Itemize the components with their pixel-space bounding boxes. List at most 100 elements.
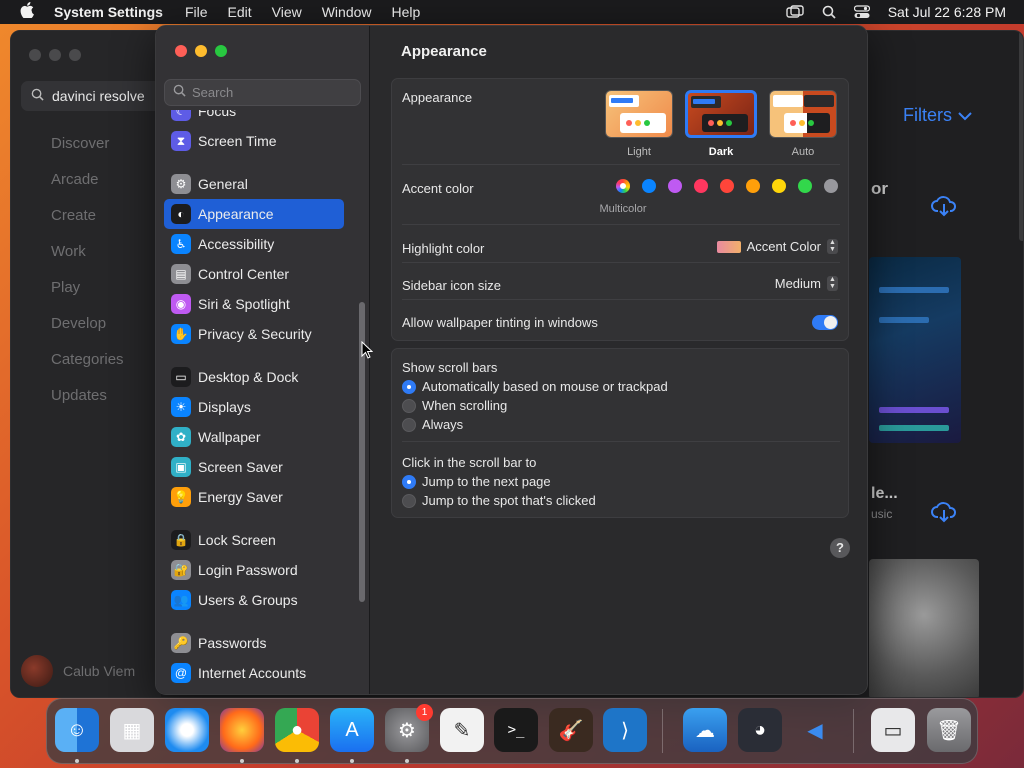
scroll-bars-option-automatic[interactable]: Automatically based on mouse or trackpad	[402, 379, 668, 394]
wallpaper-tinting-toggle[interactable]	[812, 315, 838, 330]
appearance-option-auto[interactable]: Auto	[769, 90, 837, 158]
filters-button[interactable]: Filters	[903, 105, 972, 126]
sidebar-item-appearance[interactable]: ◐ Appearance	[164, 199, 344, 229]
menu-help[interactable]: Help	[392, 4, 421, 20]
screen-mirroring-icon[interactable]	[786, 5, 804, 19]
sidebar-item-privacy-security[interactable]: ✋ Privacy & Security	[164, 319, 344, 349]
nav-create[interactable]: Create	[51, 207, 124, 243]
menu-clock[interactable]: Sat Jul 22 6:28 PM	[888, 4, 1006, 20]
launchpad-icon[interactable]: ▦	[110, 708, 154, 752]
click-scroll-option-next-page[interactable]: Jump to the next page	[402, 474, 551, 489]
sidebar-icon-size-popup[interactable]: Medium ▲ ▼	[775, 276, 838, 291]
accent-swatch-orange[interactable]	[746, 179, 760, 193]
app-store-icon[interactable]: A	[330, 708, 374, 752]
firefox-icon[interactable]	[220, 708, 264, 752]
app-store-account[interactable]: Calub Viem	[21, 655, 135, 687]
close-button[interactable]	[175, 45, 187, 57]
radio-button[interactable]	[402, 417, 416, 432]
sidebar-item-desktop-dock[interactable]: ▭ Desktop & Dock	[164, 362, 344, 392]
help-button[interactable]: ?	[830, 538, 850, 558]
sidebar-item-lock-screen[interactable]: 🔒 Lock Screen	[164, 525, 344, 555]
dock: ☺ ▦ ✦ ● A ⚙ 1 ✎ >_ 🎸 ⟩ ☁ ◕ ◀ ▭ 🗑	[46, 698, 978, 764]
accent-swatch-blue[interactable]	[642, 179, 656, 193]
sidebar-item-passwords[interactable]: 🔑 Passwords	[164, 628, 344, 658]
menu-file[interactable]: File	[185, 4, 208, 20]
radio-button[interactable]	[402, 398, 416, 413]
nav-play[interactable]: Play	[51, 279, 124, 315]
radio-button[interactable]	[402, 379, 416, 394]
sidebar-item-screen-time[interactable]: ⧗ Screen Time	[164, 126, 344, 156]
zoom-button[interactable]	[69, 49, 81, 61]
chrome-window-icon[interactable]: ▭	[871, 708, 915, 752]
sidebar-item-screen-saver[interactable]: ▣ Screen Saver	[164, 452, 344, 482]
apple-menu-icon[interactable]	[0, 2, 54, 22]
minimize-button[interactable]	[195, 45, 207, 57]
minimize-button[interactable]	[49, 49, 61, 61]
nav-develop[interactable]: Develop	[51, 315, 124, 351]
safari-icon[interactable]: ✦	[165, 708, 209, 752]
finder-icon[interactable]: ☺	[55, 708, 99, 752]
accent-swatch-graphite[interactable]	[824, 179, 838, 193]
sidebar-item-label: Login Password	[198, 562, 298, 578]
menu-window[interactable]: Window	[322, 4, 372, 20]
nav-categories[interactable]: Categories	[51, 351, 124, 387]
system-settings-icon[interactable]: ⚙ 1	[385, 704, 433, 752]
click-scroll-option-spot-clicked[interactable]: Jump to the spot that's clicked	[402, 493, 596, 508]
appearance-option-dark[interactable]: Dark	[685, 90, 757, 158]
radio-button[interactable]	[402, 493, 416, 508]
scroll-bars-option-when-scrolling[interactable]: When scrolling	[402, 398, 507, 413]
davinci-resolve-icon[interactable]: ◕	[738, 708, 782, 752]
sidebar-item-control-center[interactable]: ▤ Control Center	[164, 259, 344, 289]
menu-app-name[interactable]: System Settings	[54, 4, 163, 20]
sidebar-item-focus[interactable]: ☾ Focus	[164, 110, 344, 126]
terminal-icon[interactable]: >_	[494, 708, 538, 752]
chrome-icon[interactable]: ●	[275, 708, 319, 752]
sidebar-item-users-groups[interactable]: 👥 Users & Groups	[164, 585, 344, 615]
accent-swatch-pink[interactable]	[694, 179, 708, 193]
app-store-search-field[interactable]: davinci resolve	[21, 81, 171, 111]
accent-swatch-multicolor[interactable]	[616, 179, 630, 193]
accent-swatch-green[interactable]	[798, 179, 812, 193]
sidebar-item-displays[interactable]: ☀ Displays	[164, 392, 344, 422]
sidebar-item-internet-accounts[interactable]: @ Internet Accounts	[164, 658, 344, 688]
control-center-menu-icon[interactable]	[853, 5, 870, 19]
sidebar-item-accessibility[interactable]: ♿ Accessibility	[164, 229, 344, 259]
highlight-color-popup[interactable]: Accent Color ▲ ▼	[716, 239, 838, 254]
app-screenshot-thumbnail[interactable]	[869, 257, 961, 443]
app-store-scrollbar[interactable]	[1019, 31, 1023, 241]
sidebar-item-energy-saver[interactable]: 💡 Energy Saver	[164, 482, 344, 512]
dock-separator	[662, 709, 663, 753]
instruments-icon[interactable]: ◀	[793, 708, 837, 752]
app-store-window-controls	[29, 49, 81, 61]
trash-icon[interactable]: 🗑	[927, 708, 971, 752]
radio-button[interactable]	[402, 474, 416, 489]
close-button[interactable]	[29, 49, 41, 61]
garageband-icon[interactable]: 🎸	[549, 708, 593, 752]
weather-icon[interactable]: ☁	[683, 708, 727, 752]
menu-edit[interactable]: Edit	[228, 4, 252, 20]
nav-work[interactable]: Work	[51, 243, 124, 279]
sidebar-item-siri-spotlight[interactable]: ◉ Siri & Spotlight	[164, 289, 344, 319]
download-cloud-icon[interactable]	[931, 195, 957, 222]
sidebar-icon-size-label: Sidebar icon size	[402, 278, 501, 293]
sidebar-item-wallpaper[interactable]: ✿ Wallpaper	[164, 422, 344, 452]
vscode-icon[interactable]: ⟩	[603, 708, 647, 752]
nav-arcade[interactable]: Arcade	[51, 171, 124, 207]
nav-discover[interactable]: Discover	[51, 135, 124, 171]
zoom-button[interactable]	[215, 45, 227, 57]
download-cloud-icon[interactable]	[931, 501, 957, 528]
accent-swatch-red[interactable]	[720, 179, 734, 193]
app-screenshot-thumbnail[interactable]	[869, 559, 979, 697]
sidebar-item-general[interactable]: ⚙ General	[164, 169, 344, 199]
search-input[interactable]	[192, 85, 352, 100]
sidebar-item-login-password[interactable]: 🔐 Login Password	[164, 555, 344, 585]
scroll-bars-option-always[interactable]: Always	[402, 417, 463, 432]
accent-swatch-yellow[interactable]	[772, 179, 786, 193]
accent-swatch-purple[interactable]	[668, 179, 682, 193]
dock-icon-glyph: >_	[507, 722, 525, 738]
appearance-option-light[interactable]: Light	[605, 90, 673, 158]
textedit-icon[interactable]: ✎	[440, 708, 484, 752]
spotlight-search-icon[interactable]	[822, 5, 836, 19]
menu-view[interactable]: View	[272, 4, 302, 20]
nav-updates[interactable]: Updates	[51, 387, 124, 423]
